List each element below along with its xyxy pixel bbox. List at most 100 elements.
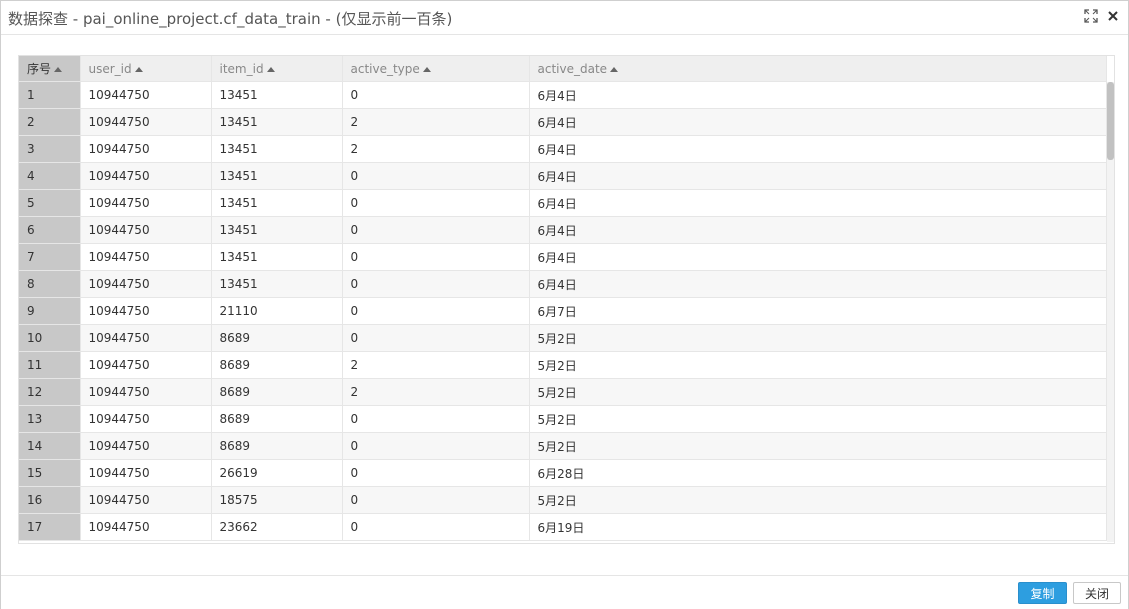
scrollbar-thumb[interactable] — [1107, 82, 1114, 160]
table-cell: 10944750 — [80, 486, 212, 514]
column-header-item_id[interactable]: item_id — [211, 56, 343, 82]
table-cell: 13451 — [211, 162, 343, 190]
table-cell: 5月2日 — [529, 378, 1107, 406]
table-cell: 0 — [342, 513, 530, 541]
column-header-user_id[interactable]: user_id — [80, 56, 212, 82]
row-index-cell: 14 — [19, 432, 81, 460]
column-header-active_type[interactable]: active_type — [342, 56, 530, 82]
table-cell: 10944750 — [80, 189, 212, 217]
dialog-title: 数据探查 - pai_online_project.cf_data_train … — [8, 10, 453, 28]
table-cell: 6月4日 — [529, 189, 1107, 217]
table-cell: 6月7日 — [529, 297, 1107, 325]
table-cell: 10944750 — [80, 162, 212, 190]
table-cell: 26619 — [211, 459, 343, 487]
table-cell: 13451 — [211, 243, 343, 271]
table-cell: 8689 — [211, 324, 343, 352]
table-cell: 0 — [342, 432, 530, 460]
dialog-footer: 复制 关闭 — [1, 575, 1128, 609]
row-index-cell: 5 — [19, 189, 81, 217]
table-row[interactable]: 1 10944750 13451 0 6月4日 — [19, 81, 1107, 109]
sort-asc-icon[interactable] — [422, 66, 431, 72]
table-row[interactable]: 3 10944750 13451 2 6月4日 — [19, 135, 1107, 163]
table-cell: 6月4日 — [529, 135, 1107, 163]
table-cell: 6月4日 — [529, 216, 1107, 244]
table-cell: 10944750 — [80, 432, 212, 460]
table-cell: 10944750 — [80, 216, 212, 244]
table-cell: 18575 — [211, 486, 343, 514]
row-index-cell: 2 — [19, 108, 81, 136]
table-cell: 0 — [342, 486, 530, 514]
copy-button[interactable]: 复制 — [1018, 582, 1067, 604]
table-cell: 10944750 — [80, 108, 212, 136]
table-cell: 0 — [342, 162, 530, 190]
table-cell: 5月2日 — [529, 432, 1107, 460]
table-cell: 8689 — [211, 351, 343, 379]
table-cell: 8689 — [211, 378, 343, 406]
table-row[interactable]: 13 10944750 8689 0 5月2日 — [19, 405, 1107, 433]
column-header-index[interactable]: 序号 — [19, 56, 81, 82]
sort-asc-icon[interactable] — [266, 66, 275, 72]
data-preview-dialog: 数据探查 - pai_online_project.cf_data_train … — [0, 0, 1129, 609]
table-row[interactable]: 8 10944750 13451 0 6月4日 — [19, 270, 1107, 298]
row-index-cell: 16 — [19, 486, 81, 514]
table-row[interactable]: 10 10944750 8689 0 5月2日 — [19, 324, 1107, 352]
sort-asc-icon[interactable] — [54, 67, 63, 72]
table-row[interactable]: 2 10944750 13451 2 6月4日 — [19, 108, 1107, 136]
table-cell: 6月4日 — [529, 81, 1107, 109]
table-row[interactable]: 17 10944750 23662 0 6月19日 — [19, 513, 1107, 541]
table-row[interactable]: 9 10944750 21110 0 6月7日 — [19, 297, 1107, 325]
table-cell: 13451 — [211, 81, 343, 109]
table-cell: 10944750 — [80, 243, 212, 271]
table-row[interactable]: 5 10944750 13451 0 6月4日 — [19, 189, 1107, 217]
fullscreen-icon[interactable] — [1084, 9, 1098, 23]
table-cell: 0 — [342, 297, 530, 325]
titlebar-icons — [1084, 9, 1120, 23]
table-cell: 10944750 — [80, 270, 212, 298]
table-cell: 2 — [342, 135, 530, 163]
table-cell: 0 — [342, 405, 530, 433]
close-button[interactable]: 关闭 — [1073, 582, 1121, 604]
table-cell: 10944750 — [80, 405, 212, 433]
row-index-cell: 17 — [19, 513, 81, 541]
data-grid: 序号 user_id item_id active_type active_date 1… — [18, 55, 1115, 544]
table-cell: 13451 — [211, 216, 343, 244]
table-cell: 5月2日 — [529, 324, 1107, 352]
vertical-scrollbar[interactable] — [1107, 82, 1114, 542]
table-row[interactable]: 12 10944750 8689 2 5月2日 — [19, 378, 1107, 406]
table-cell: 0 — [342, 459, 530, 487]
row-index-cell: 12 — [19, 378, 81, 406]
table-cell: 10944750 — [80, 513, 212, 541]
table-cell: 8689 — [211, 432, 343, 460]
table-row[interactable]: 7 10944750 13451 0 6月4日 — [19, 243, 1107, 271]
row-index-cell: 9 — [19, 297, 81, 325]
column-header-active_date[interactable]: active_date — [529, 56, 1107, 82]
table-cell: 6月19日 — [529, 513, 1107, 541]
table-cell: 10944750 — [80, 378, 212, 406]
dialog-titlebar: 数据探查 - pai_online_project.cf_data_train … — [1, 1, 1128, 35]
row-index-cell: 10 — [19, 324, 81, 352]
row-index-cell: 4 — [19, 162, 81, 190]
table-cell: 10944750 — [80, 351, 212, 379]
row-index-cell: 11 — [19, 351, 81, 379]
sort-asc-icon[interactable] — [134, 66, 143, 72]
table-cell: 10944750 — [80, 297, 212, 325]
table-cell: 6月4日 — [529, 270, 1107, 298]
table-row[interactable]: 15 10944750 26619 0 6月28日 — [19, 459, 1107, 487]
table-cell: 6月4日 — [529, 243, 1107, 271]
row-index-cell: 1 — [19, 81, 81, 109]
row-index-cell: 7 — [19, 243, 81, 271]
column-header-label: active_type — [350, 61, 420, 76]
close-icon[interactable] — [1106, 9, 1120, 23]
table-cell: 0 — [342, 270, 530, 298]
table-cell: 23662 — [211, 513, 343, 541]
table-row[interactable]: 14 10944750 8689 0 5月2日 — [19, 432, 1107, 460]
table-row[interactable]: 11 10944750 8689 2 5月2日 — [19, 351, 1107, 379]
row-index-cell: 13 — [19, 405, 81, 433]
table-cell: 13451 — [211, 108, 343, 136]
row-index-cell: 3 — [19, 135, 81, 163]
table-row[interactable]: 4 10944750 13451 0 6月4日 — [19, 162, 1107, 190]
table-cell: 2 — [342, 108, 530, 136]
table-row[interactable]: 16 10944750 18575 0 5月2日 — [19, 486, 1107, 514]
sort-asc-icon[interactable] — [610, 66, 619, 72]
table-row[interactable]: 6 10944750 13451 0 6月4日 — [19, 216, 1107, 244]
